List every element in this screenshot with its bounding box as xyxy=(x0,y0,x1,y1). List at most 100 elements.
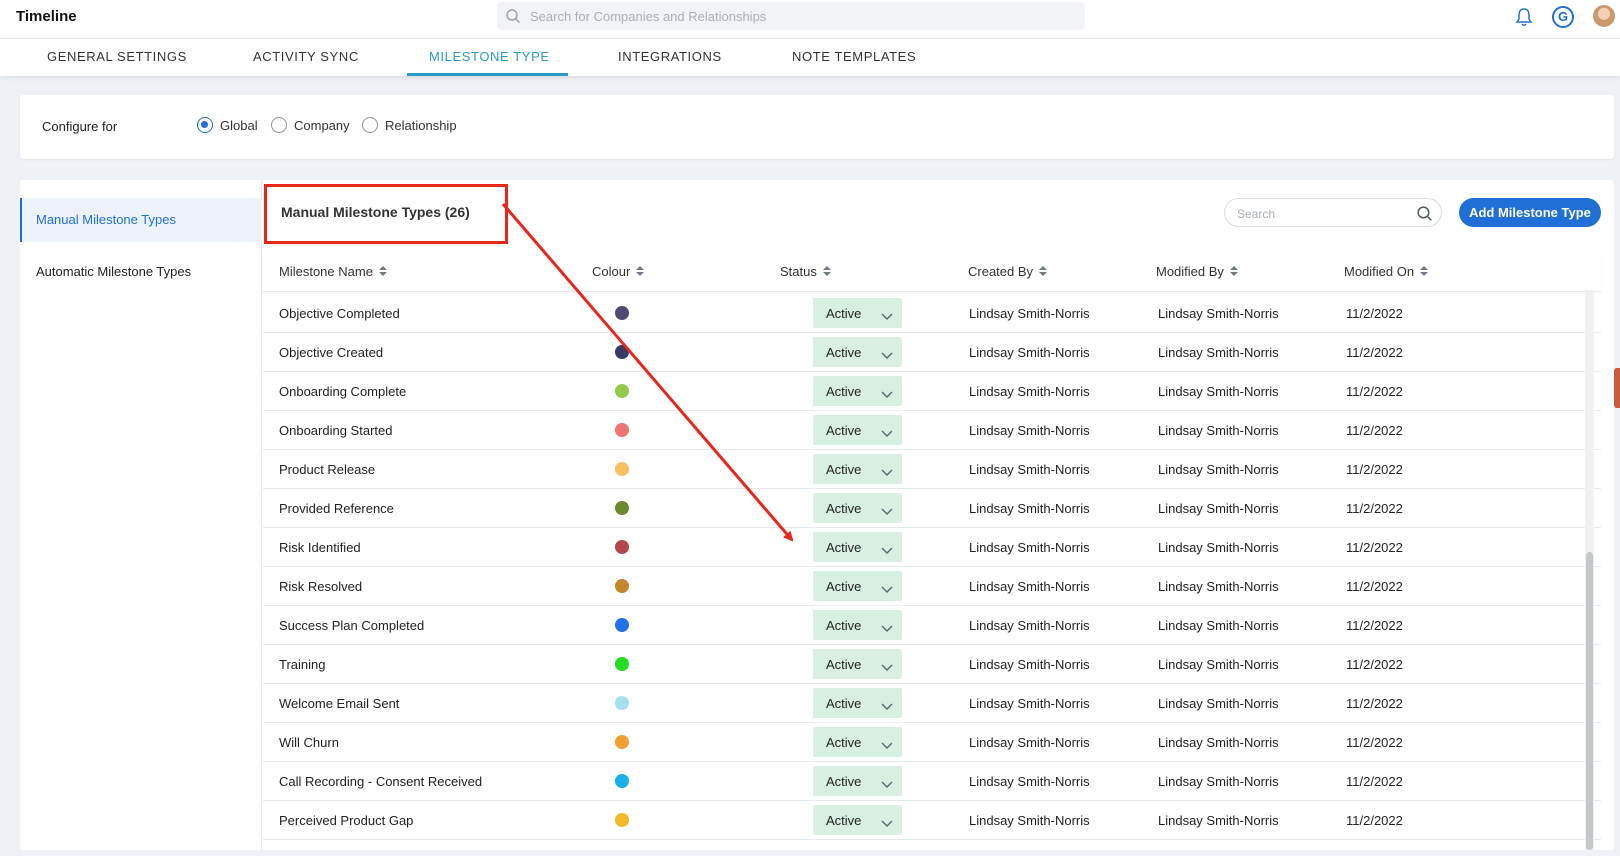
scrollbar-thumb[interactable] xyxy=(1586,552,1593,850)
column-header-label: Status xyxy=(780,264,817,279)
status-dropdown[interactable]: Active xyxy=(813,766,902,796)
status-dropdown[interactable]: Active xyxy=(813,649,902,679)
created-by: Lindsay Smith-Norris xyxy=(969,735,1090,750)
colour-swatch xyxy=(615,696,629,710)
milestone-name: Onboarding Complete xyxy=(279,384,407,399)
status-dropdown[interactable]: Active xyxy=(813,376,902,406)
sort-icon[interactable] xyxy=(822,266,831,277)
status-dropdown[interactable]: Active xyxy=(813,415,902,445)
colour-swatch xyxy=(615,540,629,554)
table-row[interactable]: Welcome Email Sent Active Lindsay Smith-No… xyxy=(263,684,1601,723)
column-header-created-by[interactable]: Created By xyxy=(968,264,1048,279)
colour-swatch xyxy=(615,501,629,515)
table-row[interactable]: Risk Resolved Active Lindsay Smith-Norris L… xyxy=(263,567,1601,606)
milestone-name: Risk Resolved xyxy=(279,579,363,594)
table-search-placeholder: Search xyxy=(1237,207,1276,221)
table-row[interactable]: Training Active Lindsay Smith-Norris Lindsa… xyxy=(263,645,1601,684)
side-drawer-handle[interactable] xyxy=(1614,368,1620,408)
tab-note-templates[interactable]: NOTE TEMPLATES xyxy=(792,49,916,64)
created-by: Lindsay Smith-Norris xyxy=(969,501,1090,516)
chevron-down-icon xyxy=(881,777,893,792)
column-header-milestone-name[interactable]: Milestone Name xyxy=(279,264,387,279)
modified-by: Lindsay Smith-Norris xyxy=(1158,384,1279,399)
created-by: Lindsay Smith-Norris xyxy=(969,579,1090,594)
column-header-label: Created By xyxy=(968,264,1034,279)
bell-icon[interactable] xyxy=(1515,7,1533,32)
radio-global[interactable]: Global xyxy=(197,117,258,133)
table-row[interactable]: Objective Completed Active Lindsay Smith-N… xyxy=(263,294,1601,333)
status-dropdown[interactable]: Active xyxy=(813,610,902,640)
search-icon[interactable] xyxy=(1416,205,1433,227)
column-header-label: Milestone Name xyxy=(279,264,373,279)
g-logo-icon[interactable]: G xyxy=(1552,6,1574,28)
column-header-status[interactable]: Status xyxy=(780,264,831,279)
table-row[interactable]: Risk Identified Active Lindsay Smith-Norri… xyxy=(263,528,1601,567)
chevron-down-icon xyxy=(881,582,893,597)
tab-milestone-type[interactable]: MILESTONE TYPE xyxy=(429,49,550,64)
status-dropdown[interactable]: Active xyxy=(813,727,902,757)
sort-icon[interactable] xyxy=(1229,266,1238,277)
tab-general-settings[interactable]: GENERAL SETTINGS xyxy=(47,49,187,64)
sort-icon[interactable] xyxy=(1420,266,1429,277)
sort-icon[interactable] xyxy=(1039,266,1048,277)
status-dropdown[interactable]: Active xyxy=(813,571,902,601)
chevron-down-icon xyxy=(881,309,893,324)
created-by: Lindsay Smith-Norris xyxy=(969,696,1090,711)
table-row[interactable]: Objective Created Active Lindsay Smith-Nor… xyxy=(263,333,1601,372)
column-header-label: Modified By xyxy=(1156,264,1224,279)
status-dropdown[interactable]: Active xyxy=(813,493,902,523)
milestone-name: Call Recording - Consent Received xyxy=(279,774,483,789)
status-dropdown[interactable]: Active xyxy=(813,805,902,835)
column-header-modified-on[interactable]: Modified On xyxy=(1344,264,1429,279)
table-row[interactable]: Provided Reference Active Lindsay Smith-No… xyxy=(263,489,1601,528)
settings-tabs: GENERAL SETTINGS ACTIVITY SYNC MILESTONE… xyxy=(0,39,1620,76)
modified-by: Lindsay Smith-Norris xyxy=(1158,735,1279,750)
sidebar-item-manual[interactable]: Manual Milestone Types xyxy=(20,198,262,242)
table-row[interactable]: Onboarding Complete Active Lindsay Smith-N… xyxy=(263,372,1601,411)
modified-on: 11/2/2022 xyxy=(1346,696,1403,711)
created-by: Lindsay Smith-Norris xyxy=(969,813,1090,828)
modified-by: Lindsay Smith-Norris xyxy=(1158,423,1279,438)
column-header-label: Colour xyxy=(592,264,631,279)
created-by: Lindsay Smith-Norris xyxy=(969,306,1090,321)
table-row[interactable]: Product Release Active Lindsay Smith-Norri… xyxy=(263,450,1601,489)
sidebar-item-automatic[interactable]: Automatic Milestone Types xyxy=(20,250,262,294)
modified-by: Lindsay Smith-Norris xyxy=(1158,579,1279,594)
modified-by: Lindsay Smith-Norris xyxy=(1158,618,1279,633)
modified-by: Lindsay Smith-Norris xyxy=(1158,462,1279,477)
table-row[interactable]: Success Plan Completed Active Lindsay Smit… xyxy=(263,606,1601,645)
column-header-colour[interactable]: Colour xyxy=(592,264,645,279)
user-avatar[interactable] xyxy=(1593,5,1615,27)
status-dropdown[interactable]: Active xyxy=(813,688,902,718)
table-row[interactable]: Call Recording - Consent Received Active L… xyxy=(263,762,1601,801)
modified-on: 11/2/2022 xyxy=(1346,657,1403,672)
app-title: Timeline xyxy=(16,8,77,25)
created-by: Lindsay Smith-Norris xyxy=(969,657,1090,672)
status-dropdown[interactable]: Active xyxy=(813,454,902,484)
column-header-label: Modified On xyxy=(1344,264,1415,279)
status-value: Active xyxy=(826,774,862,789)
created-by: Lindsay Smith-Norris xyxy=(969,423,1090,438)
radio-relationship[interactable]: Relationship xyxy=(362,117,457,133)
table-search-input[interactable]: Search xyxy=(1224,198,1442,227)
tab-activity-sync[interactable]: ACTIVITY SYNC xyxy=(253,49,359,64)
status-dropdown[interactable]: Active xyxy=(813,337,902,367)
sort-icon[interactable] xyxy=(378,266,387,277)
global-search-input[interactable]: Search for Companies and Relationships xyxy=(497,2,1085,30)
tab-integrations[interactable]: INTEGRATIONS xyxy=(618,49,722,64)
modified-on: 11/2/2022 xyxy=(1346,306,1403,321)
modified-on: 11/2/2022 xyxy=(1346,501,1403,516)
add-milestone-type-button[interactable]: Add Milestone Type xyxy=(1459,198,1601,227)
sort-icon[interactable] xyxy=(636,266,645,277)
column-header-modified-by[interactable]: Modified By xyxy=(1156,264,1238,279)
configure-card: Configure for Global Company Relationshi… xyxy=(20,95,1614,159)
radio-circle xyxy=(362,117,378,133)
table-row[interactable]: Perceived Product Gap Active Lindsay Smith… xyxy=(263,801,1601,840)
status-dropdown[interactable]: Active xyxy=(813,532,902,562)
status-value: Active xyxy=(826,696,862,711)
table-scrollbar[interactable] xyxy=(1585,290,1594,850)
status-dropdown[interactable]: Active xyxy=(813,298,902,328)
radio-company[interactable]: Company xyxy=(271,117,350,133)
table-row[interactable]: Will Churn Active Lindsay Smith-Norris Lind… xyxy=(263,723,1601,762)
table-row[interactable]: Onboarding Started Active Lindsay Smith-No… xyxy=(263,411,1601,450)
